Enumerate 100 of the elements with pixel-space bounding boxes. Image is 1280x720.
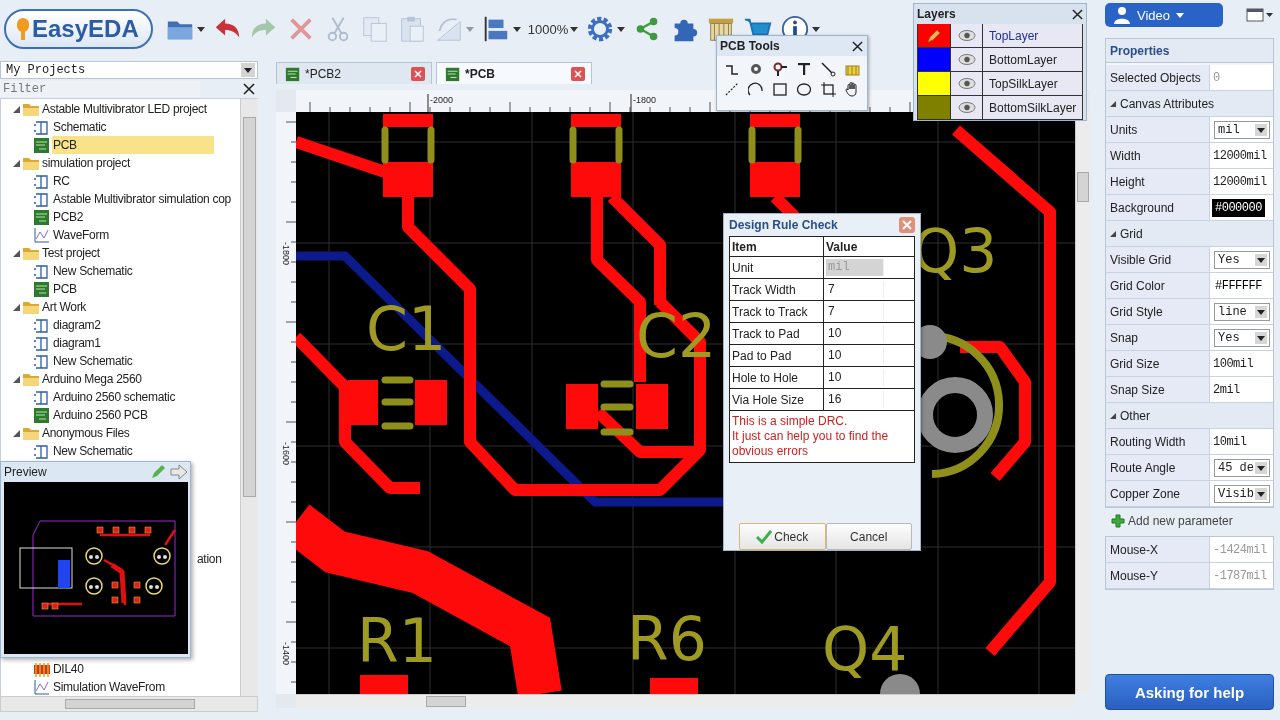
tree-item[interactable]: simulation project: [41, 154, 132, 172]
expand-icon[interactable]: [13, 105, 20, 113]
caret-icon[interactable]: [617, 26, 626, 32]
tree-item[interactable]: ation: [196, 550, 224, 568]
layer-swatch[interactable]: [918, 48, 951, 71]
layer-swatch[interactable]: [918, 96, 951, 119]
layer-name[interactable]: TopLayer: [983, 24, 1082, 47]
tree-item[interactable]: DIL40: [52, 660, 86, 678]
collapse-icon[interactable]: [1110, 230, 1116, 237]
value-field[interactable]: 10: [826, 369, 884, 386]
tree-item[interactable]: Simulation WaveFrom: [52, 678, 167, 696]
dropdown[interactable]: Yes: [1214, 250, 1270, 269]
tree-item[interactable]: PCB2: [52, 208, 86, 226]
ellipse-icon[interactable]: [795, 81, 812, 97]
tree-item[interactable]: RC: [52, 172, 72, 190]
color-field[interactable]: #000000: [1212, 198, 1265, 217]
add-parameter-link[interactable]: Add new parameter: [1105, 508, 1239, 534]
value-field[interactable]: 7: [826, 303, 884, 320]
caret-icon[interactable]: [512, 26, 521, 32]
tree-item[interactable]: New Schematic: [52, 442, 135, 460]
close-icon[interactable]: [243, 82, 255, 95]
tree-item[interactable]: Arduino Mega 2560: [41, 370, 144, 388]
dropdown[interactable]: Yes: [1214, 328, 1270, 347]
section-header[interactable]: Other: [1120, 408, 1150, 423]
tree-item[interactable]: diagram2: [52, 316, 103, 334]
expand-icon[interactable]: [13, 159, 20, 167]
value-field[interactable]: 16: [826, 391, 884, 408]
dimension-icon[interactable]: [723, 81, 740, 97]
layer-name[interactable]: BottomSilkLayer: [983, 96, 1082, 119]
video-button[interactable]: Video: [1105, 3, 1223, 27]
project-dropdown[interactable]: My Projects: [0, 61, 258, 79]
layer-name[interactable]: BottomLayer: [983, 48, 1082, 71]
help-button[interactable]: Asking for help: [1105, 674, 1274, 710]
dialog-button[interactable]: Check: [739, 523, 826, 550]
caret-icon[interactable]: [1255, 461, 1267, 474]
value-field[interactable]: 7: [826, 281, 884, 298]
tree-item[interactable]: New Schematic: [52, 352, 135, 370]
expand-icon[interactable]: [13, 375, 20, 383]
tree-item[interactable]: Test project: [41, 244, 102, 262]
tree-item[interactable]: Arduino 2560 PCB: [52, 406, 150, 424]
dropdown[interactable]: mil: [1214, 120, 1270, 139]
tree-item[interactable]: Astable Multivibrator LED project: [41, 100, 209, 118]
tree-item[interactable]: Schematic: [52, 118, 109, 136]
eye-icon[interactable]: [957, 78, 976, 89]
layout-menu-icon[interactable]: [1246, 8, 1274, 22]
layer-swatch[interactable]: [918, 72, 951, 95]
collapse-icon[interactable]: [1110, 100, 1116, 107]
silkscreen-mark: [615, 126, 623, 164]
dropdown[interactable]: 45 de: [1214, 458, 1270, 477]
pad-icon[interactable]: [771, 61, 788, 77]
tree-item[interactable]: PCB: [52, 136, 214, 154]
scrollbar[interactable]: [240, 99, 258, 696]
document-tab[interactable]: *PCB: [436, 62, 592, 84]
line-tool-icon[interactable]: [819, 61, 836, 77]
tree-item[interactable]: WaveForm: [52, 226, 111, 244]
text-tool-icon[interactable]: [795, 61, 812, 77]
caret-icon[interactable]: [1255, 305, 1267, 318]
scrollbar[interactable]: [0, 696, 258, 712]
dropdown[interactable]: Visib: [1214, 484, 1270, 503]
tree-item[interactable]: diagram1: [52, 334, 103, 352]
expand-icon[interactable]: [13, 249, 20, 257]
filter-field[interactable]: Filter: [0, 80, 200, 97]
caret-icon[interactable]: [241, 63, 255, 77]
dropdown[interactable]: line: [1214, 302, 1270, 321]
property-label: Grid Style: [1106, 299, 1210, 324]
hand-icon[interactable]: [843, 81, 860, 97]
scrollbar[interactable]: [1075, 112, 1090, 694]
eye-icon[interactable]: [957, 102, 976, 113]
collapse-icon[interactable]: [1110, 412, 1116, 419]
eye-icon[interactable]: [957, 30, 976, 41]
dialog-button[interactable]: Cancel: [825, 523, 912, 550]
caret-icon[interactable]: [570, 26, 579, 32]
close-icon[interactable]: [852, 40, 863, 52]
caret-icon[interactable]: [1255, 123, 1267, 136]
caret-icon[interactable]: [812, 26, 821, 32]
zoom-dropdown[interactable]: 1000%: [526, 11, 580, 47]
tree-item[interactable]: Astable Multivibrator simulation cop: [52, 190, 233, 208]
tree-item[interactable]: PCB: [52, 280, 79, 298]
layer-name[interactable]: TopSilkLayer: [983, 72, 1082, 95]
tree-item[interactable]: Art Work: [41, 298, 89, 316]
tree-item[interactable]: New Schematic: [52, 262, 135, 280]
arc-icon[interactable]: [747, 81, 764, 97]
caret-icon[interactable]: [196, 26, 205, 32]
crop-icon[interactable]: [819, 81, 836, 97]
close-icon[interactable]: [1072, 8, 1083, 20]
section-header[interactable]: Grid: [1120, 226, 1143, 241]
caret-icon[interactable]: [1255, 487, 1267, 500]
tree-item[interactable]: Arduino 2560 schematic: [52, 388, 178, 406]
expand-icon[interactable]: [13, 303, 20, 311]
rectangle-icon[interactable]: [771, 81, 788, 97]
caret-icon[interactable]: [1255, 253, 1267, 266]
value-field[interactable]: 10: [826, 347, 884, 364]
tree-item[interactable]: Anonymous Files: [41, 424, 132, 442]
expand-icon[interactable]: [13, 429, 20, 437]
value-field[interactable]: 10: [826, 325, 884, 342]
document-tab[interactable]: *PCB2: [276, 62, 432, 84]
layer-swatch[interactable]: [918, 24, 951, 47]
eye-icon[interactable]: [957, 54, 976, 65]
scrollbar[interactable]: [296, 694, 1075, 708]
caret-icon[interactable]: [1255, 331, 1267, 344]
